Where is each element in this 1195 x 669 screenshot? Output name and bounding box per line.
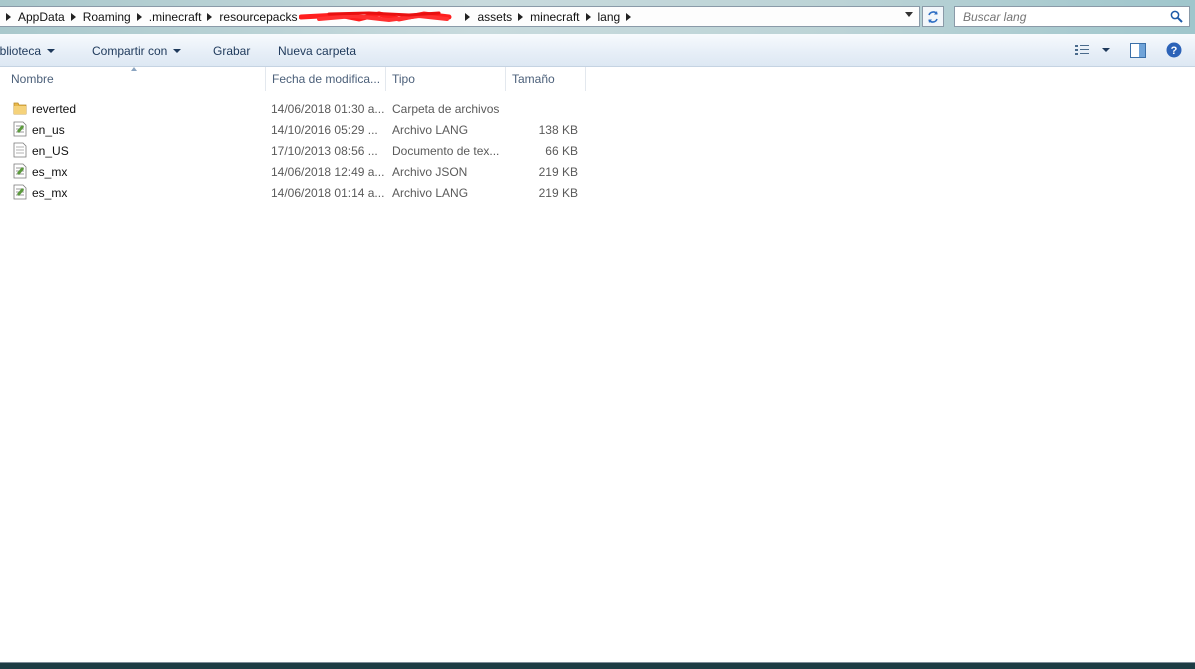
column-header-type[interactable]: Tipo xyxy=(386,67,506,91)
svg-text:?: ? xyxy=(1171,45,1178,57)
file-date: 14/06/2018 12:49 a... xyxy=(271,165,385,179)
search-input[interactable] xyxy=(955,8,1165,25)
list-item[interactable]: es_mx 14/06/2018 12:49 a... Archivo JSON… xyxy=(0,161,590,182)
list-item[interactable]: en_us 14/10/2016 05:29 ... Archivo LANG … xyxy=(0,119,590,140)
address-strip: AppData Roaming .minecraft resourcepacks… xyxy=(0,0,1195,34)
column-header-name[interactable]: Nombre xyxy=(0,67,266,91)
sort-ascending-icon xyxy=(131,67,137,71)
list-item[interactable]: es_mx 14/06/2018 01:14 a... Archivo LANG… xyxy=(0,182,590,203)
refresh-icon xyxy=(928,10,938,23)
file-name: en_us xyxy=(32,123,65,137)
column-header-date[interactable]: Fecha de modifica... xyxy=(266,67,386,91)
file-type: Carpeta de archivos xyxy=(392,102,500,116)
breadcrumb-minecraft[interactable]: minecraft xyxy=(530,10,579,24)
file-list[interactable]: Nombre Fecha de modifica... Tipo Tamaño … xyxy=(0,67,1195,663)
file-date: 14/06/2018 01:30 a... xyxy=(271,102,385,116)
folder-icon xyxy=(13,102,27,115)
file-name: es_mx xyxy=(32,165,68,179)
breadcrumb-lang[interactable]: lang xyxy=(598,10,621,24)
preview-pane-icon xyxy=(1130,43,1146,58)
breadcrumb-separator-icon[interactable] xyxy=(6,12,11,21)
details-view-icon xyxy=(1075,45,1089,55)
file-size: 66 KB xyxy=(545,144,578,158)
file-name: reverted xyxy=(32,102,77,116)
help-icon: ? xyxy=(1166,42,1182,58)
list-item[interactable]: reverted 14/06/2018 01:30 a... Carpeta d… xyxy=(0,98,590,119)
redaction-scribble xyxy=(299,10,455,24)
breadcrumb-separator-icon[interactable] xyxy=(518,12,524,21)
chevron-down-icon xyxy=(47,49,56,53)
lang-file-icon xyxy=(13,184,27,200)
column-header-type-label: Tipo xyxy=(392,72,415,86)
column-header-size[interactable]: Tamaño xyxy=(506,67,586,91)
share-with-button[interactable]: Compartir con xyxy=(92,44,182,58)
preview-pane-button[interactable] xyxy=(1130,43,1146,61)
include-in-library-label: iblioteca xyxy=(0,44,42,58)
breadcrumb-roaming[interactable]: Roaming xyxy=(83,10,131,24)
breadcrumb-separator-icon[interactable] xyxy=(465,12,471,21)
breadcrumb-assets[interactable]: assets xyxy=(477,10,512,24)
burn-button[interactable]: Grabar xyxy=(213,44,250,58)
file-size: 219 KB xyxy=(538,165,578,179)
help-button[interactable]: ? xyxy=(1166,42,1182,61)
file-type: Documento de tex... xyxy=(392,144,500,158)
file-type: Archivo JSON xyxy=(392,165,468,179)
new-folder-label: Nueva carpeta xyxy=(278,44,357,58)
burn-label: Grabar xyxy=(213,44,251,58)
address-history-dropdown[interactable] xyxy=(905,12,913,17)
file-date: 17/10/2013 08:56 ... xyxy=(271,144,378,158)
file-date: 14/10/2016 05:29 ... xyxy=(271,123,378,137)
breadcrumb-separator-icon[interactable] xyxy=(207,12,213,21)
list-item[interactable]: en_US 17/10/2013 08:56 ... Documento de … xyxy=(0,140,590,161)
command-bar: iblioteca Compartir con Grabar Nueva car… xyxy=(0,34,1195,67)
refresh-button[interactable] xyxy=(922,6,944,27)
text-file-icon xyxy=(13,142,27,158)
column-header-size-label: Tamaño xyxy=(512,72,555,86)
file-size: 219 KB xyxy=(538,186,578,200)
share-with-label: Compartir con xyxy=(92,44,168,58)
include-in-library-button[interactable]: iblioteca xyxy=(0,44,56,58)
change-view-button[interactable] xyxy=(1074,43,1110,57)
breadcrumb-separator-icon[interactable] xyxy=(136,12,142,21)
address-bar[interactable]: AppData Roaming .minecraft resourcepacks… xyxy=(0,6,920,27)
breadcrumb-separator-icon[interactable] xyxy=(626,12,632,21)
lang-file-icon xyxy=(13,121,27,137)
breadcrumb-separator-icon[interactable] xyxy=(585,12,591,21)
breadcrumb-resourcepacks[interactable]: resourcepacks xyxy=(219,10,297,24)
file-date: 14/06/2018 01:14 a... xyxy=(271,186,385,200)
desktop-background xyxy=(0,663,1195,669)
new-folder-button[interactable]: Nueva carpeta xyxy=(278,44,356,58)
breadcrumb-separator-icon[interactable] xyxy=(70,12,76,21)
column-header-date-label: Fecha de modifica... xyxy=(272,72,381,86)
chevron-down-icon xyxy=(173,49,182,53)
json-file-icon xyxy=(13,163,27,179)
file-type: Archivo LANG xyxy=(392,186,469,200)
chevron-down-icon[interactable] xyxy=(1102,48,1110,52)
file-name: es_mx xyxy=(32,186,68,200)
column-header-name-label: Nombre xyxy=(11,72,54,86)
file-size: 138 KB xyxy=(538,123,578,137)
file-type: Archivo LANG xyxy=(392,123,469,137)
breadcrumb-minecraft-dir[interactable]: .minecraft xyxy=(149,10,202,24)
search-box[interactable] xyxy=(954,6,1190,27)
file-name: en_US xyxy=(32,144,69,158)
breadcrumb-appdata[interactable]: AppData xyxy=(18,10,65,24)
search-icon[interactable] xyxy=(1170,10,1183,23)
